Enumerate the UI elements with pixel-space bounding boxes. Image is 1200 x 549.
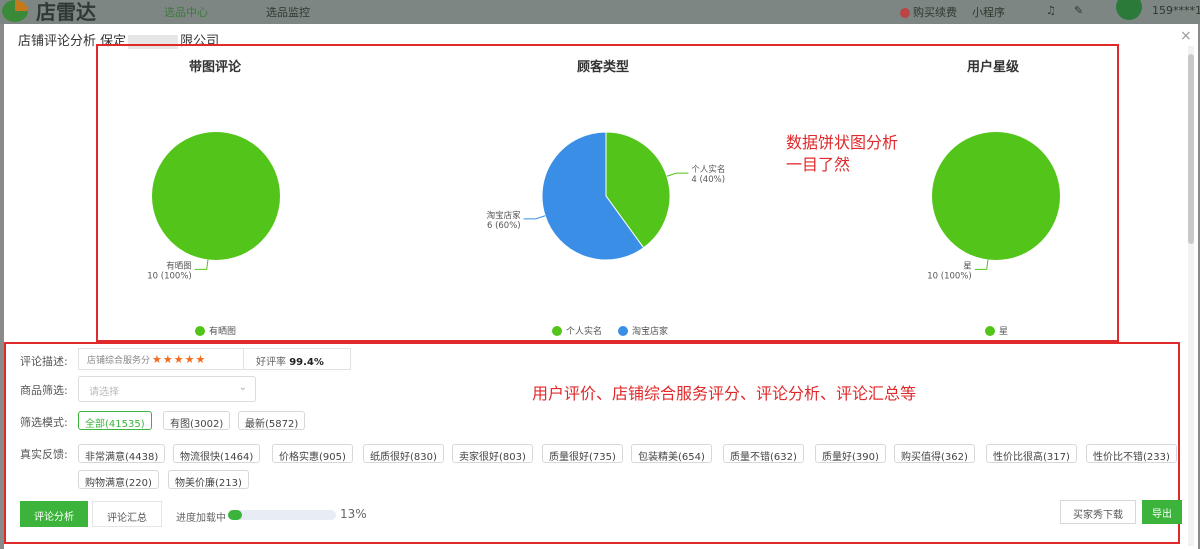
legend-swatch	[985, 325, 995, 336]
pie-slice[interactable]	[152, 132, 280, 260]
renew-icon	[900, 8, 910, 18]
goods-select[interactable]: 请选择 ⌄	[78, 376, 256, 402]
charts-callout: 数据饼状图分析 一目了然	[786, 132, 898, 176]
progress-fill	[228, 510, 243, 520]
pie-leader-line	[666, 172, 689, 177]
pie-leader-line	[523, 215, 546, 220]
goods-select-placeholder: 请选择	[89, 387, 119, 398]
pie-slice-label: 星	[963, 261, 972, 271]
scrollbar-thumb[interactable]	[1188, 54, 1194, 244]
charts-callout-line1: 数据饼状图分析	[786, 133, 899, 152]
feedback-tag[interactable]: 质量不错(632)	[723, 444, 804, 463]
charts-panel: 带图评论 顾客类型 用户星级 有晒图 10 (100%) 个人实名 4 (40%) 淘宝…	[96, 44, 1119, 342]
legend-label: 淘宝店家	[632, 327, 669, 337]
comment-analysis-modal: 店铺评论分析 保定 限公司 × 带图评论 顾客类型 用户星级 有晒图 10 (100…	[4, 24, 1198, 549]
user-phone: 159****1	[1152, 4, 1200, 17]
progress-label: 进度加载中	[176, 513, 226, 524]
pie-slice[interactable]	[932, 132, 1060, 260]
feedback-tag[interactable]: 非常满意(4438)	[78, 444, 166, 463]
filter-panel: 评论描述: 店铺综合服务分 ★★★★★ 好评率 99.4% 商品筛选: 请选择 ⌄…	[4, 342, 1182, 544]
feedback-tag[interactable]: 卖家很好(803)	[452, 444, 533, 463]
pie-slice-value: 10 (100%)	[147, 271, 191, 281]
mode-all-chip[interactable]: 全部(41535)	[78, 411, 152, 430]
progress-percent: 13%	[340, 507, 367, 521]
service-score-label: 店铺综合服务分	[87, 356, 151, 366]
feedback-tag[interactable]: 价格实惠(905)	[272, 444, 353, 463]
service-score-box: 店铺综合服务分 ★★★★★	[78, 348, 244, 370]
good-rate-box: 好评率 99.4%	[243, 348, 351, 370]
progress-bar	[228, 510, 336, 520]
charts-callout-line2: 一目了然	[786, 155, 851, 174]
renew-link[interactable]: 购买续费	[900, 4, 957, 20]
feedback-tag[interactable]: 性价比很高(317)	[986, 444, 1077, 463]
mini-program-link[interactable]: 小程序	[972, 4, 1005, 20]
legend-swatch	[618, 325, 629, 336]
mode-image-chip[interactable]: 有图(3002)	[163, 411, 231, 430]
feedback-tag[interactable]: 物流很快(1464)	[173, 444, 261, 463]
app-logo-text: 店雷达	[36, 0, 96, 24]
logo-icon	[2, 0, 28, 22]
pie-leader-line	[194, 259, 209, 270]
export-button[interactable]: 导出	[1142, 500, 1182, 524]
renew-label: 购买续费	[913, 6, 957, 19]
feedback-tag[interactable]: 纸质很好(830)	[363, 444, 444, 463]
feedback-tag[interactable]: 质量好(390)	[815, 444, 886, 463]
tab-comment-analysis[interactable]: 评论分析	[20, 501, 88, 527]
legend-label: 个人实名	[566, 327, 603, 337]
star-rating-icon: ★★★★★	[152, 353, 207, 366]
pie-leader-line	[974, 259, 989, 270]
good-rate-label: 好评率	[256, 357, 286, 368]
tab-comment-summary[interactable]: 评论汇总	[92, 501, 162, 527]
legend-label: 星	[999, 327, 1009, 337]
avatar[interactable]	[1116, 0, 1142, 20]
chevron-down-icon: ⌄	[238, 382, 247, 393]
pie-slice-value: 4 (40%)	[691, 175, 725, 185]
legend-user-stars: 星	[985, 324, 1008, 337]
feedback-tag[interactable]: 质量很好(735)	[542, 444, 623, 463]
legend-image-review: 有晒图	[195, 324, 236, 337]
buyer-show-download-button[interactable]: 买家秀下载	[1060, 500, 1136, 524]
feedback-tag[interactable]: 包装精美(654)	[631, 444, 712, 463]
legend-label: 有晒图	[209, 327, 237, 337]
tab-product-monitor[interactable]: 选品监控	[266, 4, 310, 20]
pie-slice-label: 有晒图	[166, 260, 192, 271]
desc-label: 评论描述:	[20, 355, 68, 368]
feedback-tag[interactable]: 购买值得(362)	[894, 444, 975, 463]
goods-label: 商品筛选:	[20, 384, 68, 397]
modal-title-label: 店铺评论分析	[18, 34, 97, 49]
feedback-tag[interactable]: 购物满意(220)	[78, 470, 159, 489]
mode-latest-chip[interactable]: 最新(5872)	[238, 411, 306, 430]
bell-icon[interactable]: ♫	[1046, 4, 1056, 17]
pie-slice-value: 10 (100%)	[927, 271, 971, 281]
feedback-label: 真实反馈:	[20, 448, 68, 461]
feedback-tag[interactable]: 物美价廉(213)	[168, 470, 249, 489]
tab-product-center[interactable]: 选品中心	[164, 4, 208, 20]
legend-customer-type: 个人实名 淘宝店家	[552, 324, 668, 337]
good-rate-value: 99.4%	[289, 357, 324, 368]
feedback-tag[interactable]: 性价比不错(233)	[1086, 444, 1177, 463]
mode-label: 筛选模式:	[20, 416, 68, 429]
pie-slice-label: 个人实名	[691, 164, 725, 175]
close-icon[interactable]: ×	[1180, 28, 1192, 44]
legend-swatch	[552, 325, 562, 336]
pie-slice-label: 淘宝店家	[487, 210, 522, 221]
edit-icon[interactable]: ✎	[1074, 4, 1083, 17]
pie-slice-value: 6 (60%)	[487, 221, 521, 231]
filter-callout: 用户评价、店铺综合服务评分、评论分析、评论汇总等	[532, 384, 917, 403]
legend-swatch	[195, 325, 205, 336]
app-header: 店雷达 选品中心 选品监控 购买续费 小程序 ♫ ✎ 159****1	[0, 0, 1200, 24]
mini-program-label: 小程序	[972, 6, 1005, 19]
pie-charts-svg: 有晒图10 (100%)个人实名4 (40%)淘宝店家6 (60%)星10 (1…	[147, 131, 1060, 281]
